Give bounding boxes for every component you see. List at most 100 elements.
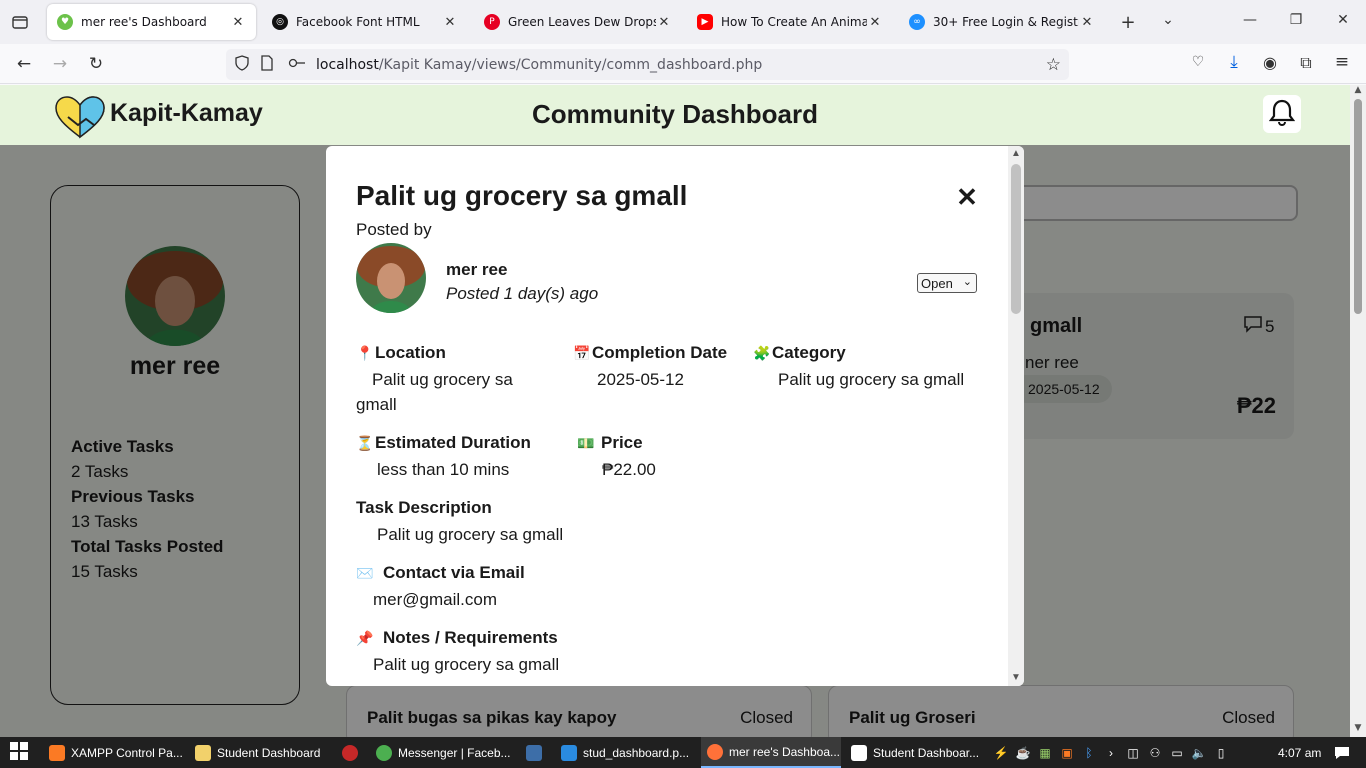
tab-green-leaves[interactable]: P Green Leaves Dew Drops Nat ✕ [474,4,682,40]
posted-by-label: Posted by [356,220,432,239]
tab-animated[interactable]: ▶ How To Create An Animated ✕ [687,4,893,40]
field-value: Palit ug grocery sa gmall [377,525,564,544]
new-tab-icon[interactable]: + [1118,12,1138,33]
xampp-icon [49,744,65,761]
contact-field: ✉️ Contact via Email mer@gmail.com [356,563,856,612]
duration-field: ⏳ Estimated Duration less than 10 mins [356,433,556,482]
chevron-right-icon[interactable]: › [1100,746,1122,760]
field-label: Notes / Requirements [383,628,558,647]
field-value: Palit ug grocery sa gmall [373,655,560,674]
posted-time: Posted 1 day(s) ago [446,284,599,303]
app-icon [526,744,542,761]
clock-time: 4:07 am [1278,745,1322,760]
scroll-up-icon[interactable]: ▲ [1350,85,1366,99]
scroll-thumb[interactable] [1011,164,1021,314]
camera-icon[interactable]: ◫ [1122,746,1144,760]
clock[interactable]: 4:07 am [1278,737,1328,768]
description-field: Task Description Palit ug grocery sa gma… [356,498,856,547]
back-icon[interactable]: ← [14,54,34,74]
tab-list-icon[interactable] [10,13,30,35]
pushpin-icon: 📌 [356,629,374,646]
battery-icon[interactable]: ▯ [1210,746,1232,760]
bell-icon [1268,98,1296,130]
close-window-icon[interactable]: ✕ [1333,12,1353,28]
xampp-tray-icon[interactable]: ▣ [1056,746,1078,760]
page-icon[interactable] [260,54,276,75]
extensions-icon[interactable]: ⧉ [1296,53,1316,73]
forward-icon[interactable]: → [50,54,70,74]
system-tray: ⚡ ☕ ▦ ▣ ᛒ › ◫ ⚇ ▭ 🔈 ▯ [990,737,1270,768]
status-value: Open [921,275,953,291]
notifications-icon[interactable] [1322,737,1362,768]
close-tab-icon[interactable]: ✕ [656,15,672,30]
notes-field: 📌 Notes / Requirements Palit ug grocery s… [356,628,856,677]
scroll-thumb[interactable] [1354,99,1362,314]
volume-icon[interactable]: 🔈 [1188,746,1210,760]
envelope-icon: ✉️ [356,564,374,581]
tab-title: Green Leaves Dew Drops Nat [508,15,656,29]
browser-nav-bar: ← → ↻ localhost/Kapit Kamay/views/Commun… [0,44,1366,84]
minimize-icon[interactable]: — [1240,12,1260,28]
close-icon[interactable]: ✕ [954,184,980,210]
taskbar-item-app[interactable] [520,737,550,768]
taskbar-item-photos[interactable]: Student Dashboar... [845,737,985,768]
reload-icon[interactable]: ↻ [86,54,106,74]
youtube-favicon-icon: ▶ [697,14,713,30]
taskbar-item-firefox[interactable]: mer ree's Dashboa... [701,737,841,768]
page-scrollbar[interactable]: ▲ ▼ [1350,85,1366,737]
restore-icon[interactable]: ❐ [1286,12,1306,28]
lightning-icon[interactable]: ⚡ [990,746,1012,760]
taskbar-item-xampp[interactable]: XAMPP Control Pa... [43,737,185,768]
status-select[interactable]: Open ⌄ [917,273,977,293]
tab-dashboard[interactable]: ♥ mer ree's Dashboard ✕ [47,4,256,40]
windows-icon [10,742,28,763]
tab-facebook-font[interactable]: ◎ Facebook Font HTML ✕ [262,4,468,40]
scroll-down-icon[interactable]: ▼ [1008,670,1024,686]
notification-button[interactable] [1263,95,1301,133]
field-label: Price [601,433,643,452]
address-bar[interactable]: localhost/Kapit Kamay/views/Community/co… [226,49,1069,80]
bluetooth-icon[interactable]: ᛒ [1078,746,1100,760]
cup-icon[interactable]: ☕ [1012,746,1034,760]
tab-login-registration[interactable]: ∞ 30+ Free Login & Registratio ✕ [899,4,1105,40]
bookmark-star-icon[interactable]: ☆ [1046,55,1061,75]
scroll-up-icon[interactable]: ▲ [1008,146,1024,162]
money-icon: 💵 [577,434,595,451]
field-label: Location [375,343,446,362]
field-label: Contact via Email [383,563,525,582]
menu-icon[interactable]: ≡ [1332,52,1352,72]
chevron-down-icon[interactable]: ⌄ [1158,12,1178,28]
close-tab-icon[interactable]: ✕ [867,15,883,30]
taskbar-item-student-dashboard[interactable]: Student Dashboard [189,737,327,768]
field-label: Completion Date [592,343,728,362]
people-icon[interactable]: ⚇ [1144,746,1166,760]
close-tab-icon[interactable]: ✕ [1079,15,1095,30]
account-icon[interactable]: ◉ [1260,53,1280,72]
close-tab-icon[interactable]: ✕ [442,15,458,30]
taskbar-item-vscode[interactable]: stud_dashboard.p... [555,737,695,768]
start-button[interactable] [4,737,38,768]
avatar [356,243,426,313]
calendar-icon: 📅 [573,344,591,361]
tab-title: Facebook Font HTML [296,15,420,29]
download-icon[interactable]: ⤓ [1224,52,1244,72]
scroll-down-icon[interactable]: ▼ [1350,723,1366,737]
modal-scrollbar[interactable]: ▲ ▼ [1008,146,1024,686]
modal-title: Palit ug grocery sa gmall [356,180,688,211]
close-tab-icon[interactable]: ✕ [230,15,246,30]
price-field: 💵 Price ₱22.00 [577,433,757,482]
chevron-down-icon: ⌄ [962,276,972,288]
taskbar-item-record[interactable] [336,737,364,768]
pocket-icon[interactable]: ♡ [1188,54,1208,70]
field-label: Estimated Duration [375,433,531,452]
key-icon[interactable] [288,57,306,73]
browser-tab-bar: ♥ mer ree's Dashboard ✕ ◎ Facebook Font … [0,0,1366,44]
grid-app-icon[interactable]: ▦ [1034,746,1056,760]
field-label: Category [772,343,846,362]
network-icon[interactable]: ▭ [1166,746,1188,760]
page-title: Community Dashboard [531,99,819,129]
field-value: Palit ug grocery sa gmall [356,370,513,414]
taskbar-item-label: XAMPP Control Pa... [71,745,183,760]
taskbar-item-messenger[interactable]: Messenger | Faceb... [370,737,516,768]
shield-icon[interactable] [234,54,250,75]
